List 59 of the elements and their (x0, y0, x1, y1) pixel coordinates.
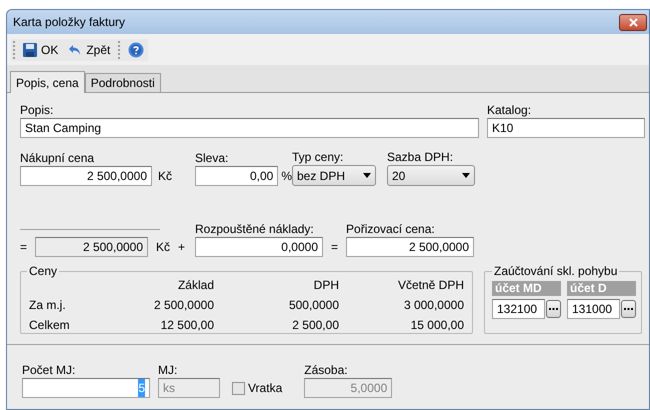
plus-sign: + (178, 240, 186, 254)
group-title: Ceny (27, 264, 60, 278)
table-cell-text: 2 500,0000 (152, 298, 214, 312)
discount-label: Sleva: (195, 151, 230, 165)
currency-label: Kč (158, 169, 172, 183)
return-label: Vratka (248, 380, 282, 397)
quantity-label: Počet MJ: (22, 363, 76, 377)
dropdown[interactable]: 20 (387, 165, 475, 186)
column-header: Včetně DPH (396, 278, 464, 292)
table-cell-text: 3 000,0000 (402, 298, 464, 312)
vat-rate-label: Sazba DPH: (387, 150, 454, 164)
stock-label: Zásoba: (304, 363, 349, 377)
table-cell-text: 12 500,00 (160, 318, 214, 332)
group-title: Zaúčtování skl. pohybu (492, 264, 620, 278)
table-cell-text: 500,0000 (288, 298, 339, 312)
tab[interactable]: Podrobnosti (84, 73, 161, 92)
price-type-label: Typ ceny: (292, 150, 344, 164)
distributed-costs-label: Rozpouštěné náklady: (195, 222, 315, 236)
dropdown[interactable]: bez DPH (292, 165, 376, 186)
account-header: účet D (567, 281, 636, 296)
account-field[interactable]: 132100 (492, 299, 545, 319)
back-button[interactable]: Zpět (66, 40, 112, 58)
unit-label: MJ: (158, 363, 178, 377)
column-header: DPH (312, 278, 339, 292)
account-field[interactable]: 131000 (567, 299, 620, 319)
catalog-label: Katalog: (487, 103, 532, 117)
undo-icon (68, 44, 82, 56)
tab[interactable]: Popis, cena (10, 71, 85, 93)
browse-button[interactable] (546, 300, 561, 318)
distributed-costs-field[interactable]: 0,0000 (195, 237, 323, 257)
help-icon (128, 42, 144, 58)
table-cell-text: 2 500,00 (291, 318, 339, 332)
description-field[interactable]: Stan Camping (20, 118, 479, 138)
purchase-price-field[interactable]: 2 500,0000 (20, 166, 152, 186)
dropdown-arrow-icon (462, 173, 470, 178)
help-button[interactable] (126, 42, 146, 58)
acquisition-price-label: Pořizovací cena: (346, 222, 436, 236)
acquisition-price-field[interactable]: 2 500,0000 (346, 237, 474, 257)
row-header: Za m.j. (29, 298, 67, 312)
column-header: Základ (176, 278, 214, 292)
equals-sign: = (20, 240, 28, 254)
purchase-price-label: Nákupní cena (20, 151, 96, 165)
discount-field[interactable]: 0,00 (195, 166, 278, 186)
account-header: účet MD (492, 281, 561, 296)
description-label: Popis: (20, 103, 54, 117)
row-header: Celkem (29, 318, 71, 332)
subtotal-field[interactable]: 2 500,0000 (35, 237, 148, 257)
close-icon (628, 18, 638, 26)
browse-button[interactable] (621, 300, 636, 318)
close-button[interactable] (619, 14, 647, 30)
dropdown-arrow-icon (363, 173, 371, 178)
catalog-field[interactable]: K10 (487, 118, 645, 138)
percent-label: % (281, 169, 292, 183)
equals-sign: = (331, 240, 338, 254)
table-cell-text: 15 000,00 (410, 318, 464, 332)
checkbox[interactable] (232, 382, 245, 394)
window-title: Karta položky faktury (13, 14, 126, 31)
currency-label: Kč (156, 240, 170, 254)
ok-button[interactable]: OK (21, 40, 60, 58)
